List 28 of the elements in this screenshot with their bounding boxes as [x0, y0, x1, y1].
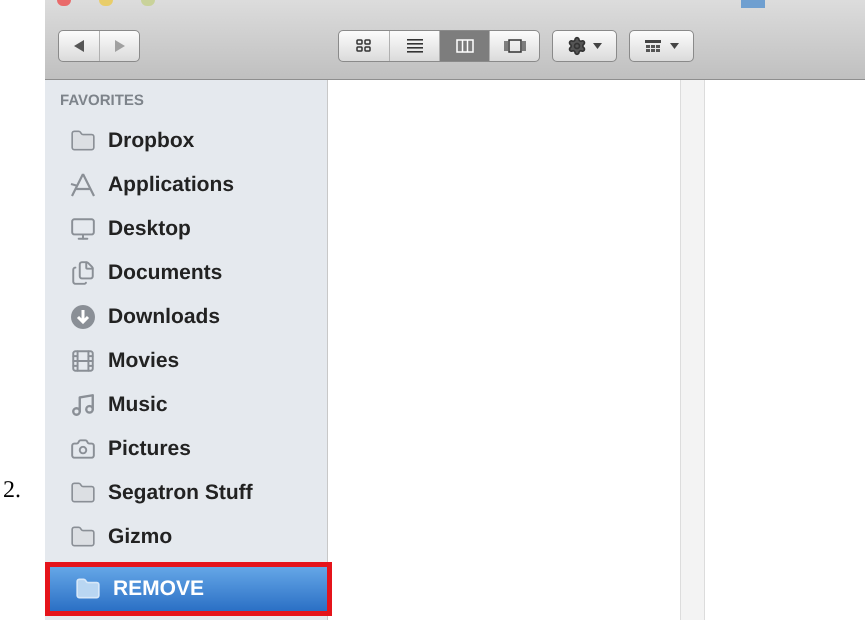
sidebar-item[interactable]: Music: [45, 382, 327, 426]
step-number: 2.: [3, 476, 22, 505]
arrange-icon: [644, 39, 662, 53]
sidebar-item[interactable]: Movies: [45, 338, 327, 382]
sidebar-item[interactable]: Desktop: [45, 206, 327, 250]
caret-icon: [670, 43, 679, 49]
sidebar-item[interactable]: REMOVE: [50, 566, 327, 610]
action-menu-button[interactable]: [552, 30, 617, 62]
left-arrow-icon: [73, 39, 85, 53]
columns-icon: [454, 38, 474, 54]
list-icon: [404, 38, 424, 54]
caret-icon: [593, 43, 602, 49]
right-arrow-icon: [114, 39, 126, 53]
sidebar-item[interactable]: Gizmo: [45, 514, 327, 558]
grid-icon: [354, 38, 374, 54]
sidebar-item[interactable]: Applications: [45, 162, 327, 206]
arrange-menu-button[interactable]: [629, 30, 694, 62]
section-heading: FAVORITES: [59, 91, 145, 111]
download-icon: [68, 304, 98, 330]
coverflow-icon: [502, 38, 526, 54]
desktop-icon: [68, 216, 98, 242]
sidebar-item[interactable]: Dropbox: [45, 118, 327, 162]
sidebar-item[interactable]: Documents: [45, 250, 327, 294]
sidebar-item[interactable]: Pictures: [45, 426, 327, 470]
settings-icon: [567, 36, 587, 56]
app-icon: [68, 172, 98, 198]
sidebar-item[interactable]: Downloads: [45, 294, 327, 338]
sidebar-item[interactable]: Segatron Stuff: [45, 470, 327, 514]
